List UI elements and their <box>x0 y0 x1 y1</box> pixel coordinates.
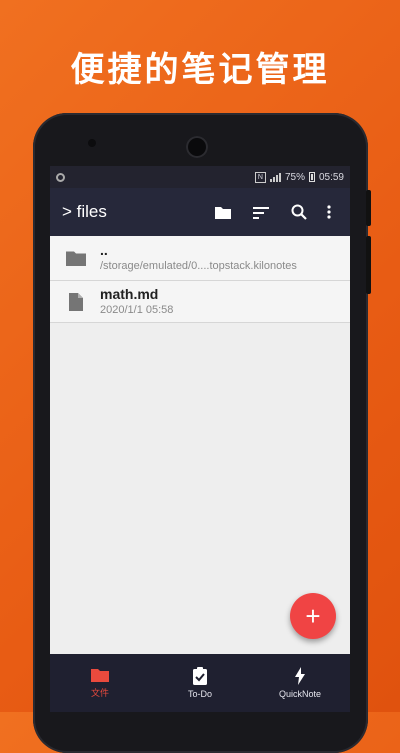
folder-icon <box>66 251 86 266</box>
nfc-icon: N <box>254 171 266 183</box>
file-icon <box>69 292 83 311</box>
clock: 05:59 <box>318 171 344 183</box>
app-screen: N 75% 05:59 > files .. /storage/emulated… <box>50 166 350 712</box>
file-name: .. <box>100 242 108 258</box>
volume-button <box>366 190 371 226</box>
search-icon <box>291 204 307 220</box>
page-title: > files <box>62 202 107 221</box>
tab-todo[interactable]: To-Do <box>150 654 250 712</box>
folder-icon <box>91 668 109 682</box>
tab-label: QuickNote <box>278 689 322 699</box>
file-date: 2020/1/1 05:58 <box>100 303 174 316</box>
list-item-file[interactable]: math.md 2020/1/1 05:58 <box>50 281 350 323</box>
clipboard-check-icon <box>193 667 207 685</box>
sort-icon <box>253 206 269 219</box>
file-name: math.md <box>100 285 159 302</box>
new-folder-button[interactable] <box>204 193 242 231</box>
battery-percent: 75% <box>284 171 305 183</box>
add-note-button[interactable]: + <box>290 593 336 639</box>
folder-icon <box>215 206 231 219</box>
tab-quicknote[interactable]: QuickNote <box>250 654 350 712</box>
sort-button[interactable] <box>242 193 280 231</box>
search-button[interactable] <box>280 193 318 231</box>
signal-icon <box>269 172 281 182</box>
tab-label: To-Do <box>187 689 212 699</box>
battery-icon <box>308 172 315 182</box>
promo-headline: 便捷的笔记管理 <box>70 50 330 90</box>
lightning-icon <box>295 667 305 685</box>
add-icon: + <box>305 601 321 631</box>
list-item-parent-folder[interactable]: .. /storage/emulated/0....topstack.kilon… <box>50 236 350 281</box>
more-vert-icon <box>327 205 331 219</box>
file-list: .. /storage/emulated/0....topstack.kilon… <box>50 236 350 323</box>
more-options-button[interactable] <box>318 193 340 231</box>
tab-label: 文件 <box>90 687 109 698</box>
proximity-sensor <box>88 139 96 147</box>
app-bar: > files <box>50 188 350 236</box>
power-button <box>366 236 371 294</box>
tab-files[interactable]: 文件 <box>50 654 150 712</box>
notification-icon <box>56 172 65 182</box>
status-bar: N 75% 05:59 <box>50 166 350 188</box>
file-path: /storage/emulated/0....topstack.kilonote… <box>100 260 297 272</box>
bottom-nav: 文件 To-Do QuickNote <box>50 654 350 712</box>
front-camera <box>186 136 208 158</box>
